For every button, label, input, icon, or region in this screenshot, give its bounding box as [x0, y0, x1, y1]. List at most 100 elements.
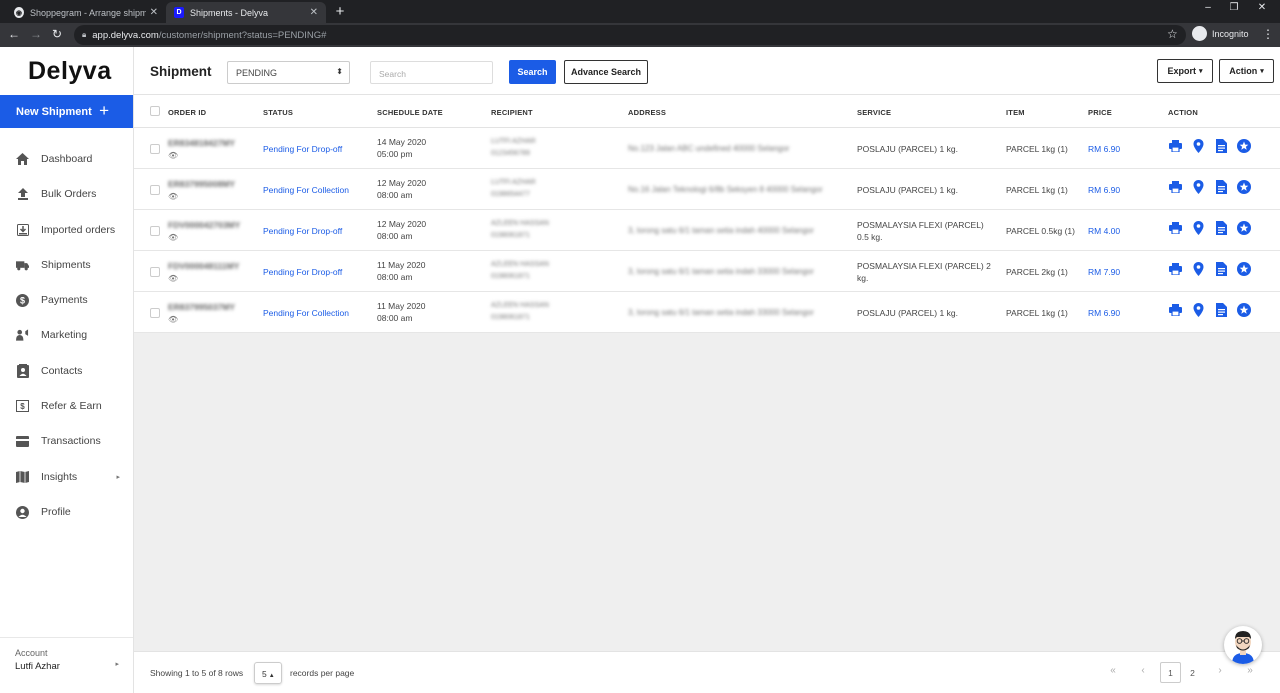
sidebar-item-contacts[interactable]: Contacts: [16, 362, 126, 380]
sidebar-item-insights[interactable]: Insights ▸: [16, 468, 126, 486]
order-id-cell[interactable]: ER834818427MY 👁︎: [168, 137, 235, 162]
table-row[interactable]: FDV000048111MY 👁︎ Pending For Drop-off 11 M…: [134, 251, 1280, 292]
star-badge-icon[interactable]: [1237, 139, 1251, 153]
search-input[interactable]: Search: [370, 61, 493, 84]
sidebar-item-transactions[interactable]: Transactions: [16, 432, 126, 450]
document-icon[interactable]: [1214, 262, 1228, 276]
location-pin-icon[interactable]: [1191, 262, 1205, 276]
forward-icon[interactable]: →: [29, 27, 43, 41]
expand-caret-icon[interactable]: ▸: [116, 473, 120, 481]
sidebar-item-imported-orders[interactable]: Imported orders: [16, 221, 126, 239]
select-all-checkbox[interactable]: [150, 106, 160, 116]
row-checkbox[interactable]: [150, 308, 160, 318]
status-link[interactable]: Pending For Drop-off: [263, 266, 342, 278]
incognito-badge[interactable]: Incognito: [1192, 26, 1249, 41]
column-header[interactable]: SERVICE: [857, 108, 891, 117]
sidebar-item-marketing[interactable]: Marketing: [16, 326, 126, 344]
sidebar-item-profile[interactable]: Profile: [16, 503, 126, 521]
back-icon[interactable]: ←: [7, 27, 21, 41]
price-cell[interactable]: RM 4.00: [1088, 225, 1120, 237]
table-row[interactable]: FDV000042703MY 👁︎ Pending For Drop-off 12 M…: [134, 210, 1280, 251]
row-checkbox[interactable]: [150, 226, 160, 236]
location-pin-icon[interactable]: [1191, 180, 1205, 194]
location-pin-icon[interactable]: [1191, 221, 1205, 235]
eye-icon[interactable]: 👁︎: [168, 315, 178, 324]
support-chat-avatar[interactable]: [1224, 626, 1262, 664]
column-header[interactable]: ADDRESS: [628, 108, 666, 117]
row-checkbox[interactable]: [150, 267, 160, 277]
new-shipment-button[interactable]: New Shipment +: [0, 95, 133, 128]
star-badge-icon[interactable]: [1237, 180, 1251, 194]
reload-icon[interactable]: ↻: [50, 27, 64, 41]
star-badge-icon[interactable]: [1237, 262, 1251, 276]
action-button[interactable]: Action ▾: [1219, 59, 1274, 83]
column-header[interactable]: ORDER ID: [168, 108, 206, 117]
status-filter-select[interactable]: PENDING ⬍: [227, 61, 350, 84]
document-icon[interactable]: [1214, 180, 1228, 194]
window-close-icon[interactable]: ✕: [1255, 2, 1269, 13]
eye-icon[interactable]: 👁︎: [168, 274, 178, 283]
close-tab-icon[interactable]: ✕: [310, 7, 318, 18]
print-icon[interactable]: [1168, 139, 1182, 153]
status-link[interactable]: Pending For Drop-off: [263, 143, 342, 155]
page-1-button[interactable]: 1: [1160, 662, 1181, 683]
page-2-button[interactable]: 2: [1182, 662, 1203, 683]
price-cell[interactable]: RM 6.90: [1088, 143, 1120, 155]
document-icon[interactable]: [1214, 139, 1228, 153]
order-id-cell[interactable]: ER837995037MY 👁︎: [168, 301, 235, 326]
sidebar-item-refer-earn[interactable]: $ Refer & Earn: [16, 397, 126, 415]
browser-menu-icon[interactable]: ⋮: [1262, 27, 1274, 41]
price-cell[interactable]: RM 6.90: [1088, 184, 1120, 196]
eye-icon[interactable]: 👁︎: [168, 151, 178, 160]
row-checkbox[interactable]: [150, 144, 160, 154]
table-row[interactable]: ER837995008MY 👁︎ Pending For Collection 12 …: [134, 169, 1280, 210]
status-link[interactable]: Pending For Drop-off: [263, 225, 342, 237]
order-id-cell[interactable]: ER837995008MY 👁︎: [168, 178, 235, 203]
delyva-logo[interactable]: Delyva: [28, 57, 112, 86]
document-icon[interactable]: [1214, 221, 1228, 235]
previous-page-icon[interactable]: ‹: [1133, 665, 1153, 676]
star-badge-icon[interactable]: [1237, 221, 1251, 235]
table-row[interactable]: ER837995037MY 👁︎ Pending For Collection 11 …: [134, 292, 1280, 333]
eye-icon[interactable]: 👁︎: [168, 233, 178, 242]
last-page-icon[interactable]: »: [1240, 665, 1260, 676]
table-row[interactable]: ER834818427MY 👁︎ Pending For Drop-off 14 Ma…: [134, 128, 1280, 169]
print-icon[interactable]: [1168, 180, 1182, 194]
per-page-select[interactable]: 5 ▲: [254, 662, 282, 684]
order-id-cell[interactable]: FDV000042703MY 👁︎: [168, 219, 240, 244]
price-cell[interactable]: RM 6.90: [1088, 307, 1120, 319]
status-link[interactable]: Pending For Collection: [263, 184, 349, 196]
restore-icon[interactable]: ❐: [1227, 2, 1241, 13]
bookmark-star-icon[interactable]: ☆: [1167, 27, 1178, 41]
sidebar-item-payments[interactable]: $ Payments: [16, 291, 126, 309]
export-button[interactable]: Export ▾: [1157, 59, 1213, 83]
next-page-icon[interactable]: ›: [1210, 665, 1230, 676]
account-section[interactable]: Account Lutfi Azhar ▸: [0, 637, 133, 672]
column-header[interactable]: RECIPIENT: [491, 108, 533, 117]
print-icon[interactable]: [1168, 262, 1182, 276]
location-pin-icon[interactable]: [1191, 303, 1205, 317]
sidebar-item-dashboard[interactable]: Dashboard: [16, 150, 126, 168]
new-tab-icon[interactable]: +: [333, 3, 347, 20]
search-button[interactable]: Search: [509, 60, 556, 84]
price-cell[interactable]: RM 7.90: [1088, 266, 1120, 278]
minimize-icon[interactable]: –: [1201, 2, 1215, 13]
row-checkbox[interactable]: [150, 185, 160, 195]
order-id-cell[interactable]: FDV000048111MY 👁︎: [168, 260, 239, 285]
column-header[interactable]: ITEM: [1006, 108, 1025, 117]
print-icon[interactable]: [1168, 221, 1182, 235]
column-header[interactable]: PRICE: [1088, 108, 1112, 117]
document-icon[interactable]: [1214, 303, 1228, 317]
location-pin-icon[interactable]: [1191, 139, 1205, 153]
account-caret-icon[interactable]: ▸: [115, 660, 119, 668]
sidebar-item-shipments[interactable]: Shipments: [16, 256, 126, 274]
tab-shipments-delyva[interactable]: D Shipments - Delyva ✕: [166, 2, 326, 23]
print-icon[interactable]: [1168, 303, 1182, 317]
first-page-icon[interactable]: «: [1103, 665, 1123, 676]
star-badge-icon[interactable]: [1237, 303, 1251, 317]
address-bar[interactable]: 🔒︎ app.delyva.com/customer/shipment?stat…: [74, 25, 1186, 45]
eye-icon[interactable]: 👁︎: [168, 192, 178, 201]
close-tab-icon[interactable]: ✕: [150, 7, 158, 18]
status-link[interactable]: Pending For Collection: [263, 307, 349, 319]
advance-search-button[interactable]: Advance Search: [564, 60, 648, 84]
